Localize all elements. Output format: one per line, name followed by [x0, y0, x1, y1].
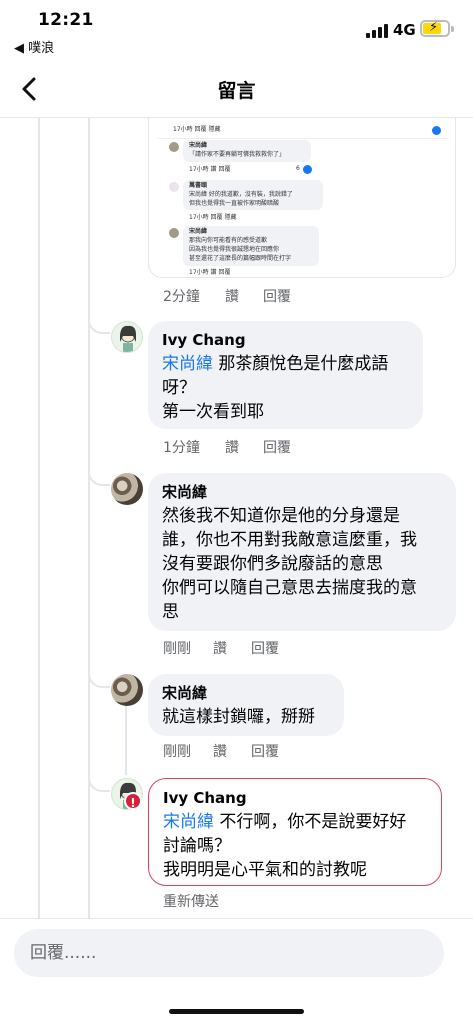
comment-author[interactable]: 宋尚緯	[162, 683, 330, 703]
comment-bubble[interactable]: 宋尚緯 就這樣封鎖囉，掰掰	[148, 674, 344, 736]
thread-line-inner	[88, 118, 90, 918]
mini-text: 甚至還花了這麼長的篇幅跟時間在打字	[189, 255, 292, 262]
comment-actions: 2分鐘 讚回覆	[163, 286, 291, 306]
mini-like-count: 6	[296, 165, 300, 172]
comment-time: 2分鐘	[163, 289, 200, 305]
comment-time: 剛剛	[163, 641, 191, 657]
reply-button[interactable]: 回覆	[251, 741, 279, 761]
mini-text: 17小時 讚 回覆	[189, 269, 231, 276]
page-title: 留言	[217, 80, 256, 102]
reply-bar: 回覆......	[0, 918, 473, 1024]
reply-button[interactable]: 回覆	[263, 286, 291, 306]
like-button[interactable]: 讚	[225, 437, 263, 457]
reply-button[interactable]: 回覆	[263, 437, 291, 457]
status-bar: 12:21 ◀ 噗浪 4G ⚡	[0, 0, 473, 60]
reply-connector	[88, 310, 110, 334]
comment-author[interactable]: 宋尚緯	[162, 482, 442, 502]
back-to-app-link[interactable]: ◀ 噗浪	[14, 37, 54, 56]
avatar[interactable]	[111, 473, 143, 505]
avatar[interactable]	[111, 674, 143, 706]
like-icon	[303, 165, 312, 174]
mini-text: 「請作家不要再躺可憐我救救你了」	[189, 151, 286, 158]
comment-time: 剛剛	[163, 744, 191, 760]
attached-screenshot[interactable]: 17小時 回覆 隱藏 宋尚緯 「請作家不要再躺可憐我救救你了」 6 17小時 讚…	[148, 118, 456, 278]
like-button[interactable]: 讚	[225, 286, 263, 306]
mention-link[interactable]: 宋尚緯	[162, 354, 213, 374]
mention-link[interactable]: 宋尚緯	[163, 812, 214, 832]
avatar	[169, 182, 179, 192]
mini-text: 因為我也覺得我很誠懇地在回應你	[189, 246, 280, 253]
reply-connector	[88, 768, 110, 792]
clock: 12:21	[38, 10, 94, 30]
reply-input[interactable]: 回覆......	[14, 929, 444, 977]
comment-author[interactable]: Ivy Chang	[162, 330, 409, 350]
mini-text: 但我也覺得我一直被作家明酸暗酸	[189, 200, 280, 207]
comment-actions: 1分鐘 讚回覆	[163, 437, 291, 457]
like-button[interactable]: 讚	[213, 638, 251, 658]
failed-comment-bubble[interactable]: Ivy Chang 宋尚緯 不行啊，你不是說要好好 討論嗎？ 我明明是心平氣和的…	[148, 778, 442, 886]
avatar	[169, 142, 179, 152]
mini-author: 宋尚緯	[189, 142, 208, 149]
comment-actions: 剛剛 讚回覆	[163, 638, 279, 658]
mini-text: 17小時 回覆 隱藏	[173, 126, 221, 133]
comment-text: 宋尚緯 那茶顏悅色是什麼成語 呀？ 第一次看到耶	[162, 352, 409, 424]
mini-text: 17小時 讚 回覆	[189, 166, 231, 173]
comment-time: 1分鐘	[163, 440, 200, 456]
thread-line-nested	[125, 705, 127, 775]
mini-author: 萬書頤	[189, 182, 208, 189]
avatar[interactable]	[111, 321, 143, 353]
like-button[interactable]: 讚	[213, 741, 251, 761]
reply-connector	[88, 462, 110, 486]
network-type: 4G	[393, 21, 416, 39]
comment-author[interactable]: Ivy Chang	[163, 788, 427, 808]
comment-actions: 剛剛 讚回覆	[163, 741, 279, 761]
avatar	[169, 228, 179, 238]
comment-bubble[interactable]: Ivy Chang 宋尚緯 那茶顏悅色是什麼成語 呀？ 第一次看到耶	[148, 321, 423, 429]
battery-tip	[451, 26, 454, 32]
error-icon: !	[124, 792, 142, 810]
signal-icon	[366, 24, 388, 38]
comment-body: 就這樣封鎖囉，掰掰	[162, 707, 315, 727]
resend-button[interactable]: 重新傳送	[163, 891, 219, 911]
mini-text: 17小時 回覆 隱藏	[189, 214, 237, 221]
comment-text: 宋尚緯 不行啊，你不是說要好好 討論嗎？ 我明明是心平氣和的討教呢	[163, 810, 427, 882]
comment-bubble[interactable]: 宋尚緯 然後我不知道你是他的分身還是 誰，你也不用對我敵意這麼重，我 沒有要跟你…	[148, 473, 456, 631]
reply-connector	[88, 664, 110, 688]
home-indicator[interactable]	[169, 1009, 304, 1014]
like-icon	[432, 126, 441, 135]
mini-text: 宋尚緯 好的我道歉，沒有裝，我說錯了	[189, 191, 293, 198]
mini-author: 宋尚緯	[189, 228, 208, 235]
reply-button[interactable]: 回覆	[251, 638, 279, 658]
battery-icon: ⚡	[420, 20, 450, 37]
mini-text: 那我向你可能看有的感受道歉	[189, 237, 268, 244]
thread-line-outer	[38, 118, 40, 918]
comment-body: 然後我不知道你是他的分身還是 誰，你也不用對我敵意這麼重，我 沒有要跟你們多說廢…	[162, 506, 417, 622]
page-header: 留言	[0, 62, 473, 118]
